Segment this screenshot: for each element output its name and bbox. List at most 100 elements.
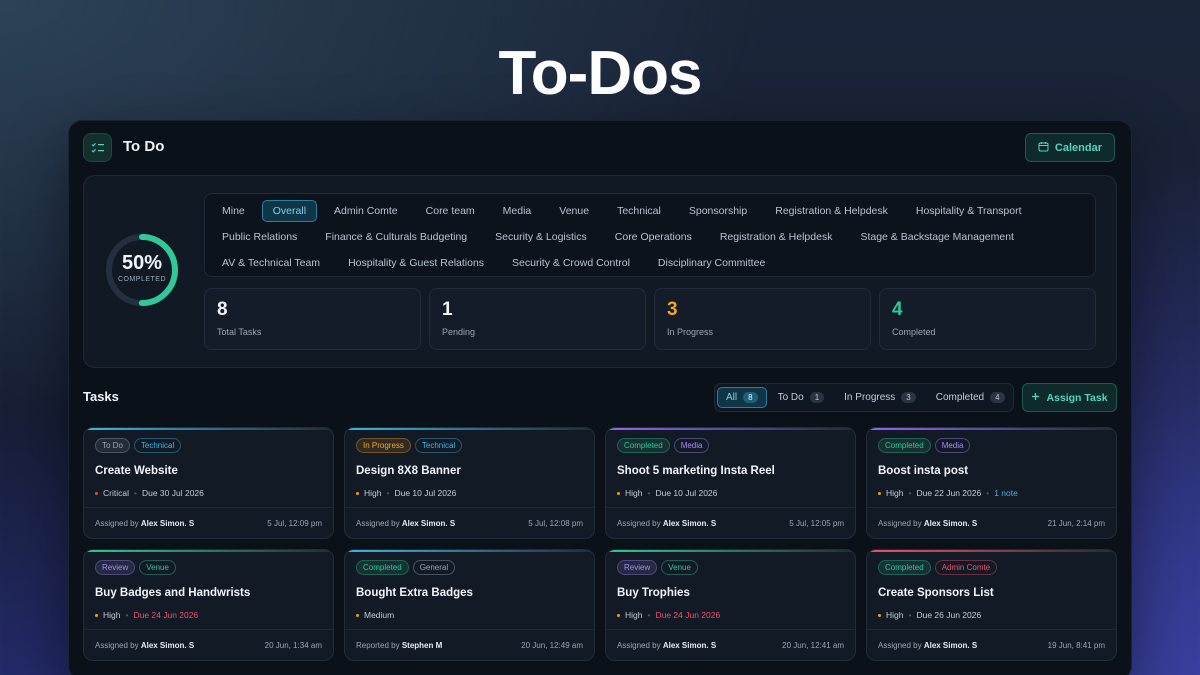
team-badge: General	[412, 560, 456, 575]
task-tags: Review Venue	[95, 560, 176, 575]
task-tags: Completed Media	[617, 438, 710, 453]
status-filter-tab[interactable]: To Do 1	[769, 387, 834, 408]
group-filter-chip[interactable]: Security & Logistics	[484, 226, 598, 248]
task-footer: Assigned by Alex Simon. S 5 Jul, 12:09 pm	[84, 507, 333, 538]
task-footer: Assigned by Alex Simon. S 20 Jun, 12:41 a…	[606, 629, 855, 660]
assigner-name: Alex Simon. S	[662, 518, 717, 528]
status-filter-tab[interactable]: Completed 4	[927, 387, 1014, 408]
task-card[interactable]: Review Venue Buy Trophies High • Due 24 Jun 2…	[605, 549, 856, 661]
task-tags: In Progress Technical	[356, 438, 463, 453]
task-title: Buy Badges and Handwrists	[95, 587, 251, 599]
group-filter-chip[interactable]: Core team	[415, 200, 486, 222]
group-filter-panel: Mine Overall Admin Comte Core team Media Venu…	[204, 193, 1096, 277]
group-filter-chip[interactable]: Security & Crowd Control	[501, 252, 641, 274]
task-timestamp: 19 Jun, 8:41 pm	[1047, 640, 1105, 650]
priority-dot-icon	[878, 613, 881, 617]
assigner-prefix: Assigned by	[617, 518, 663, 528]
priority-dot-icon	[95, 491, 98, 495]
task-due-date: Due 22 Jun 2026	[916, 488, 982, 498]
status-filter-tab[interactable]: In Progress 3	[835, 387, 925, 408]
group-filter-chip[interactable]: Venue	[548, 200, 600, 222]
status-badge: Review	[617, 560, 658, 575]
assigner-name: Alex Simon. S	[923, 518, 978, 528]
task-timestamp: 5 Jul, 12:09 pm	[267, 518, 322, 528]
group-filter-chip[interactable]: Registration & Helpdesk	[764, 200, 899, 222]
task-tags: To Do Technical	[95, 438, 182, 453]
task-note-count[interactable]: 1 note	[994, 488, 1018, 498]
task-assigner: Assigned by Alex Simon. S	[95, 519, 194, 528]
task-priority: High	[625, 488, 643, 498]
status-filter-tab[interactable]: All 8	[717, 387, 767, 408]
assigner-prefix: Assigned by	[617, 640, 663, 650]
task-title: Shoot 5 marketing Insta Reel	[617, 465, 775, 477]
task-timestamp: 5 Jul, 12:05 pm	[789, 518, 844, 528]
task-priority: High	[886, 610, 904, 620]
priority-dot-icon	[356, 613, 359, 617]
status-filter-label: Completed	[935, 392, 985, 403]
task-assigner: Reported by Stephen M	[356, 641, 442, 650]
task-title: Buy Trophies	[617, 587, 690, 599]
team-badge: Venue	[661, 560, 698, 575]
calendar-button-label: Calendar	[1054, 141, 1102, 154]
task-card[interactable]: In Progress Technical Design 8X8 Banner Hig…	[344, 427, 595, 539]
group-filter-chip[interactable]: Core Operations	[604, 226, 703, 248]
priority-dot-icon	[617, 613, 620, 617]
group-filter-chip[interactable]: Technical	[606, 200, 672, 222]
task-title: Boost insta post	[878, 465, 969, 477]
group-filter-chip[interactable]: AV & Technical Team	[211, 252, 331, 274]
task-assigner: Assigned by Alex Simon. S	[617, 641, 716, 650]
group-filter-chip[interactable]: Media	[492, 200, 543, 222]
status-filter-count: 3	[901, 392, 916, 403]
task-meta: High • Due 10 Jul 2026	[617, 488, 717, 498]
stat-label: Completed	[892, 327, 936, 337]
status-badge: Completed	[878, 438, 931, 453]
meta-separator: •	[125, 610, 129, 620]
group-filter-row: AV & Technical Team Hospitality & Guest R…	[211, 250, 1089, 276]
task-due-date: Due 10 Jul 2026	[655, 488, 718, 498]
checklist-icon	[83, 133, 112, 162]
group-filter-chip[interactable]: Hospitality & Guest Relations	[337, 252, 495, 274]
stat-value: 8	[217, 299, 228, 320]
group-filter-chip[interactable]: Admin Comte	[323, 200, 409, 222]
meta-separator: •	[908, 488, 912, 498]
status-badge: To Do	[95, 438, 130, 453]
group-filter-chip[interactable]: Sponsorship	[678, 200, 758, 222]
stats-row: 8 Total Tasks 1 Pending 3 In Progress 4 Complet…	[204, 288, 1096, 350]
task-card[interactable]: Completed Media Shoot 5 marketing Insta Re…	[605, 427, 856, 539]
task-card[interactable]: Completed Media Boost insta post High • Due 2…	[866, 427, 1117, 539]
task-due-date: Due 30 Jul 2026	[141, 488, 204, 498]
group-filter-chip[interactable]: Public Relations	[211, 226, 308, 248]
task-card[interactable]: Review Venue Buy Badges and Handwrists High…	[83, 549, 334, 661]
group-filter-chip[interactable]: Registration & Helpdesk	[709, 226, 844, 248]
group-filter-chip[interactable]: Mine	[211, 200, 256, 222]
task-meta: Medium	[356, 610, 394, 620]
task-card-accent	[606, 428, 855, 430]
task-assigner: Assigned by Alex Simon. S	[878, 519, 977, 528]
task-tags: Completed Admin Comte	[878, 560, 998, 575]
page-title: To Do	[123, 138, 165, 155]
task-timestamp: 20 Jun, 12:41 am	[782, 640, 844, 650]
group-filter-chip[interactable]: Overall	[261, 200, 318, 222]
status-filter-label: In Progress	[844, 392, 896, 403]
task-card[interactable]: Completed General Bought Extra Badges Mediu…	[344, 549, 595, 661]
hero-title: To-Dos	[498, 39, 703, 108]
task-timestamp: 21 Jun, 2:14 pm	[1047, 518, 1105, 528]
task-tags: Completed Media	[878, 438, 971, 453]
calendar-button[interactable]: Calendar	[1024, 133, 1115, 162]
task-due-date: Due 24 Jun 2026	[655, 610, 721, 620]
group-filter-chip[interactable]: Finance & Culturals Budgeting	[314, 226, 478, 248]
assigner-name: Alex Simon. S	[140, 640, 195, 650]
group-filter-chip[interactable]: Disciplinary Committee	[647, 252, 776, 274]
group-filter-row: Mine Overall Admin Comte Core team Media Venu…	[211, 198, 1089, 224]
group-filter-chip[interactable]: Stage & Backstage Management	[849, 226, 1025, 248]
group-filter-chip[interactable]: Hospitality & Transport	[905, 200, 1033, 222]
task-assigner: Assigned by Alex Simon. S	[95, 641, 194, 650]
task-card[interactable]: Completed Admin Comte Create Sponsors List…	[866, 549, 1117, 661]
task-assigner: Assigned by Alex Simon. S	[878, 641, 977, 650]
stat-value: 1	[442, 299, 453, 320]
status-filter-count: 1	[809, 392, 825, 403]
assign-task-button[interactable]: Assign Task	[1022, 383, 1117, 412]
status-filter-count: 8	[743, 392, 758, 403]
task-card[interactable]: To Do Technical Create Website Critical • Due…	[83, 427, 334, 539]
task-title: Bought Extra Badges	[356, 587, 473, 599]
